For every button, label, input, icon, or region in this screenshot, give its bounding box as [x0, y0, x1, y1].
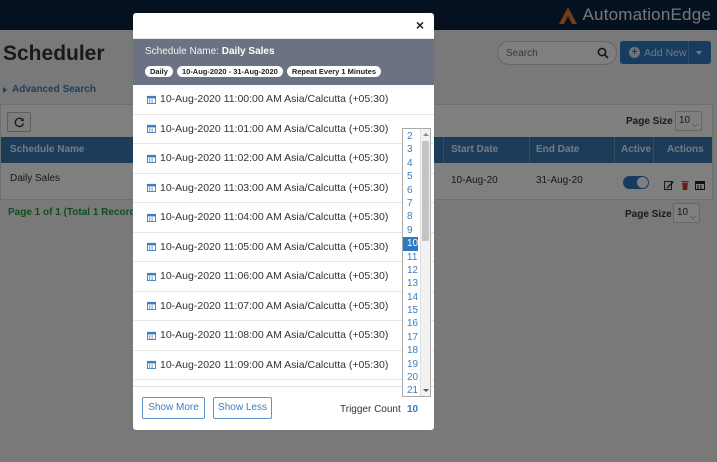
- dropdown-option[interactable]: 3: [403, 143, 418, 156]
- calendar-icon: [147, 302, 156, 311]
- list-item: 10-Aug-2020 11:06:00 AM Asia/Calcutta (+…: [133, 262, 434, 292]
- scroll-up-icon[interactable]: [423, 133, 429, 136]
- dropdown-option[interactable]: 9: [403, 224, 418, 237]
- dropdown-option[interactable]: 7: [403, 197, 418, 210]
- scrollbar-thumb[interactable]: [422, 141, 429, 241]
- list-item: 10-Aug-2020 11:07:00 AM Asia/Calcutta (+…: [133, 292, 434, 321]
- dropdown-option[interactable]: 6: [403, 184, 418, 197]
- trigger-time: 10-Aug-2020 11:04:00 AM Asia/Calcutta (+…: [160, 211, 389, 224]
- dropdown-option[interactable]: 19: [403, 358, 418, 371]
- list-item: 10-Aug-2020 11:04:00 AM Asia/Calcutta (+…: [133, 203, 434, 233]
- frequency-badge: Daily: [145, 66, 173, 77]
- trigger-list[interactable]: 10-Aug-2020 11:00:00 AM Asia/Calcutta (+…: [133, 85, 434, 387]
- trigger-count-value: 10: [407, 404, 419, 415]
- repeat-badge: Repeat Every 1 Minutes: [286, 66, 382, 77]
- schedule-pills: Daily 10-Aug-2020 - 31-Aug-2020 Repeat E…: [145, 66, 385, 77]
- trigger-time: 10-Aug-2020 11:08:00 AM Asia/Calcutta (+…: [160, 329, 389, 342]
- dropdown-option[interactable]: 18: [403, 344, 418, 357]
- scroll-down-icon[interactable]: [423, 389, 429, 392]
- trigger-time: 10-Aug-2020 11:03:00 AM Asia/Calcutta (+…: [160, 181, 389, 194]
- list-item: 10-Aug-2020 11:02:00 AM Asia/Calcutta (+…: [133, 144, 434, 174]
- dropdown-option[interactable]: 2: [403, 130, 418, 143]
- trigger-time: 10-Aug-2020 11:00:00 AM Asia/Calcutta (+…: [160, 93, 389, 106]
- dropdown-option[interactable]: 11: [403, 251, 418, 264]
- modal-header: ×: [133, 13, 434, 39]
- dropdown-option[interactable]: 13: [403, 277, 418, 290]
- calendar-icon: [147, 154, 156, 163]
- calendar-icon: [147, 125, 156, 134]
- calendar-icon: [147, 331, 156, 340]
- close-icon[interactable]: ×: [416, 18, 424, 32]
- schedule-summary-bar: Schedule Name: Daily Sales Daily 10-Aug-…: [133, 39, 434, 85]
- dropdown-scrollbar[interactable]: [420, 129, 430, 396]
- dropdown-option[interactable]: 5: [403, 170, 418, 183]
- trigger-time: 10-Aug-2020 11:07:00 AM Asia/Calcutta (+…: [160, 299, 389, 312]
- dropdown-option-selected[interactable]: 10: [403, 237, 418, 251]
- trigger-time: 10-Aug-2020 11:05:00 AM Asia/Calcutta (+…: [160, 240, 389, 253]
- trigger-count-dropdown[interactable]: 2 3 4 5 6 7 8 9 10 11 12 13 14 15 16 17 …: [402, 128, 431, 397]
- calendar-icon: [147, 184, 156, 193]
- schedule-name-line: Schedule Name: Daily Sales: [145, 46, 275, 57]
- trigger-time: 10-Aug-2020 11:01:00 AM Asia/Calcutta (+…: [160, 122, 389, 135]
- schedule-name-label: Schedule Name:: [145, 46, 219, 57]
- schedule-name-value: Daily Sales: [221, 46, 275, 57]
- dropdown-option[interactable]: 14: [403, 291, 418, 304]
- list-item: 10-Aug-2020 11:05:00 AM Asia/Calcutta (+…: [133, 233, 434, 262]
- dropdown-option[interactable]: 20: [403, 371, 418, 384]
- list-item: 10-Aug-2020 11:03:00 AM Asia/Calcutta (+…: [133, 174, 434, 203]
- list-item: 10-Aug-2020 11:00:00 AM Asia/Calcutta (+…: [133, 85, 434, 115]
- trigger-time: 10-Aug-2020 11:06:00 AM Asia/Calcutta (+…: [160, 270, 389, 283]
- dropdown-option[interactable]: 16: [403, 317, 418, 330]
- trigger-time: 10-Aug-2020 11:09:00 AM Asia/Calcutta (+…: [160, 358, 389, 371]
- dropdown-option[interactable]: 8: [403, 210, 418, 223]
- dropdown-option[interactable]: 21: [403, 384, 418, 396]
- calendar-icon: [147, 361, 156, 370]
- dropdown-option[interactable]: 12: [403, 264, 418, 277]
- dropdown-options: 2 3 4 5 6 7 8 9 10 11 12 13 14 15 16 17 …: [403, 130, 421, 396]
- dropdown-option[interactable]: 15: [403, 304, 418, 317]
- trigger-count-label: Trigger Count: [340, 404, 401, 415]
- trigger-time: 10-Aug-2020 11:02:00 AM Asia/Calcutta (+…: [160, 152, 389, 165]
- calendar-icon: [147, 243, 156, 252]
- show-more-button[interactable]: Show More: [142, 397, 205, 419]
- list-item: 10-Aug-2020 11:08:00 AM Asia/Calcutta (+…: [133, 321, 434, 351]
- date-range-badge: 10-Aug-2020 - 31-Aug-2020: [176, 66, 283, 77]
- calendar-icon: [147, 272, 156, 281]
- calendar-icon: [147, 213, 156, 222]
- schedule-triggers-modal: × Schedule Name: Daily Sales Daily 10-Au…: [133, 13, 434, 430]
- show-less-button[interactable]: Show Less: [213, 397, 272, 419]
- dropdown-option[interactable]: 4: [403, 157, 418, 170]
- calendar-icon: [147, 95, 156, 104]
- list-item: 10-Aug-2020 11:01:00 AM Asia/Calcutta (+…: [133, 115, 434, 144]
- dropdown-option[interactable]: 17: [403, 331, 418, 344]
- list-item: 10-Aug-2020 11:09:00 AM Asia/Calcutta (+…: [133, 351, 434, 380]
